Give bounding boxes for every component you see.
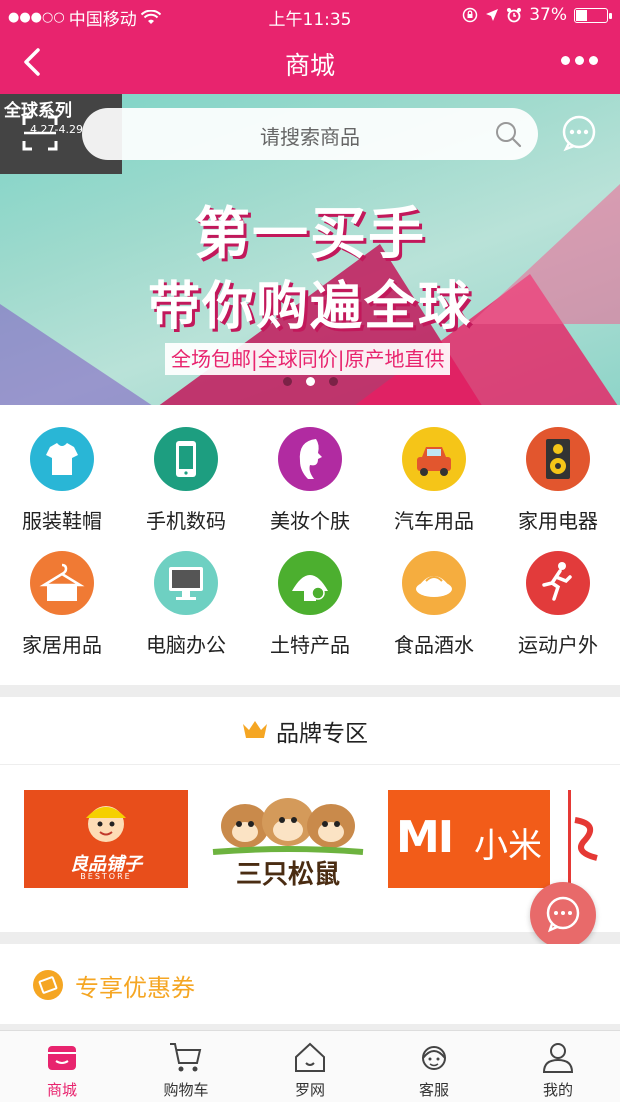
tab-store[interactable]: 商城: [0, 1031, 124, 1102]
woman-profile-icon: [278, 427, 342, 491]
category-item[interactable]: 服装鞋帽: [0, 405, 124, 533]
user-icon: [542, 1043, 574, 1073]
store-icon: [48, 1046, 76, 1070]
tab-user[interactable]: 我的: [496, 1031, 620, 1102]
alarm-icon: [507, 8, 522, 23]
status-bar: ●●●○○ 中国移动 上午11:35 37%: [0, 0, 620, 30]
brand-logo-partial[interactable]: [568, 790, 598, 888]
page-title: 商城: [284, 51, 335, 80]
hanger-icon: [30, 551, 94, 615]
car-icon: [402, 427, 466, 491]
category-item[interactable]: 电脑办公: [124, 529, 248, 657]
brand-logo-liangpin[interactable]: 良品铺子 BESTORE: [24, 790, 188, 888]
category-item[interactable]: 食品酒水: [372, 529, 496, 657]
carousel-dot[interactable]: [282, 377, 292, 386]
coupon-icon: [33, 970, 63, 1000]
banner-headline-1: 第一买手: [194, 202, 426, 267]
tab-label: 购物车: [163, 1081, 209, 1099]
carousel-indicator: [0, 377, 620, 386]
category-label: 电脑办公: [146, 633, 226, 657]
category-item[interactable]: 运动户外: [496, 529, 620, 657]
cart-icon: [170, 1043, 202, 1072]
local-specialty-icon: [278, 551, 342, 615]
banner-subline: 全场包邮|全球同价|原产地直供: [165, 343, 451, 375]
category-item[interactable]: 汽车用品: [372, 405, 496, 533]
coupon-section[interactable]: 专享优惠券: [0, 944, 620, 1024]
customer-service-icon: [422, 1046, 446, 1070]
tab-customer-service[interactable]: 客服: [372, 1031, 496, 1102]
tab-cart[interactable]: 购物车: [124, 1031, 248, 1102]
search-input[interactable]: 请搜索商品: [82, 121, 538, 150]
runner-icon: [526, 551, 590, 615]
brand-section-title: 品牌专区: [276, 721, 368, 747]
tab-label: 我的: [542, 1081, 573, 1099]
coupon-title: 专享优惠券: [75, 974, 195, 1002]
banner-headline-2: 带你购遍全球: [147, 277, 472, 337]
food-icon: [402, 551, 466, 615]
category-label: 运动户外: [518, 633, 598, 657]
category-item[interactable]: 土特产品: [248, 529, 372, 657]
tab-home[interactable]: 罗网: [248, 1031, 372, 1102]
category-item[interactable]: 家用电器: [496, 405, 620, 533]
brand-section-header: 品牌专区: [0, 697, 620, 765]
category-label: 食品酒水: [394, 633, 474, 657]
battery-icon: [574, 7, 612, 23]
category-item[interactable]: 家居用品: [0, 529, 124, 657]
category-grid: 服装鞋帽 手机数码 美妆个肤 汽车用品 家用电器家居用品 电脑办公 土特产品 食品酒水 运动户外: [0, 405, 620, 685]
search-icon[interactable]: [494, 120, 522, 148]
nav-bar: 商城: [0, 30, 620, 94]
phone-icon: [154, 427, 218, 491]
monitor-icon: [154, 551, 218, 615]
brand-name-xiaomi: 小米: [474, 826, 542, 866]
crown-icon: [243, 721, 267, 738]
brand-logo-songshu[interactable]: 三只松鼠: [205, 790, 371, 888]
category-item[interactable]: 手机数码: [124, 405, 248, 533]
tab-label: 客服: [418, 1081, 449, 1099]
brand-logo-xiaomi[interactable]: MI 小米: [388, 790, 550, 888]
brand-name-songshu: 三只松鼠: [235, 860, 340, 888]
tab-label: 商城: [46, 1081, 77, 1099]
battery-percent: 37%: [529, 5, 567, 25]
brand-sub-liangpin: BESTORE: [80, 872, 132, 881]
more-icon[interactable]: [561, 56, 598, 65]
orientation-lock-icon: [462, 7, 478, 23]
tab-bar: 商城 购物车 罗网 客服 我的: [0, 1030, 620, 1102]
scan-icon[interactable]: [22, 115, 58, 151]
speaker-icon: [526, 427, 590, 491]
location-icon: [486, 9, 499, 21]
brand-name-xiaomi-en: MI: [396, 812, 454, 863]
floating-chat-button[interactable]: [530, 882, 596, 948]
tab-label: 罗网: [294, 1081, 325, 1099]
message-icon[interactable]: [560, 114, 598, 152]
search-bar[interactable]: 请搜索商品: [82, 108, 538, 160]
carousel-dot[interactable]: [328, 377, 338, 386]
category-item[interactable]: 美妆个肤: [248, 405, 372, 533]
carousel-dot[interactable]: [305, 377, 315, 386]
category-label: 家居用品: [22, 633, 102, 657]
brand-section: 品牌专区 良品铺子 BESTORE 三只松鼠 MI 小米: [0, 697, 620, 932]
tshirt-icon: [30, 427, 94, 491]
category-label: 土特产品: [270, 633, 350, 657]
home-icon: [295, 1042, 325, 1072]
